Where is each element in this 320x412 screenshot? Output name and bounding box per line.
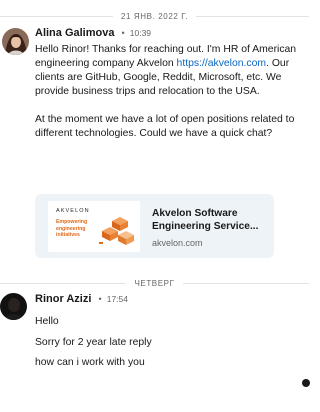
message-line: Hello <box>35 316 59 327</box>
link-preview-domain: akvelon.com <box>152 238 203 248</box>
message-paragraph: At the moment we have a lot of open posi… <box>35 114 295 139</box>
link-preview-title[interactable]: Akvelon Software Engineering Service... <box>152 207 268 233</box>
date-separator-label: ЧЕТВЕРГ <box>134 278 175 288</box>
separator-dot: • <box>121 28 125 38</box>
sender-name[interactable]: Alina Galimova <box>35 27 114 39</box>
message-header-rinor: Rinor Azizi • 17:54 <box>35 293 128 305</box>
message-body-alina: Hello Rinor! Thanks for reaching out. I'… <box>35 43 305 141</box>
akvelon-logo: AKVELON <box>56 208 90 214</box>
avatar-alina[interactable] <box>2 28 29 55</box>
akvelon-link[interactable]: https://akvelon.com <box>177 58 267 69</box>
avatar-rinor[interactable] <box>0 293 27 320</box>
sender-name[interactable]: Rinor Azizi <box>35 293 91 305</box>
separator-dot: • <box>98 294 102 304</box>
avatar-photo-icon <box>2 28 29 55</box>
date-separator-label: 21 ЯНВ. 2022 Г. <box>120 11 189 21</box>
scroll-indicator-icon[interactable] <box>302 379 310 387</box>
avatar-photo-icon <box>0 293 27 320</box>
date-separator: ЧЕТВЕРГ <box>0 276 310 290</box>
message-time: 17:54 <box>106 294 128 304</box>
link-preview-card[interactable]: AKVELON Empowering engineering initiativ… <box>35 194 274 258</box>
message-paragraph: Hello Rinor! Thanks for reaching out. I'… <box>35 44 297 97</box>
message-line: Sorry for 2 year late reply <box>35 337 152 348</box>
link-preview-thumbnail: AKVELON Empowering engineering initiativ… <box>48 201 140 252</box>
isometric-blocks-icon <box>99 217 134 245</box>
date-separator: 21 ЯНВ. 2022 Г. <box>0 9 309 23</box>
thumbnail-tagline: Empowering engineering initiatives <box>56 219 88 238</box>
message-time: 10:39 <box>129 28 152 38</box>
message-line: how can i work with you <box>35 357 145 368</box>
message-header-alina: Alina Galimova • 10:39 <box>35 27 151 39</box>
